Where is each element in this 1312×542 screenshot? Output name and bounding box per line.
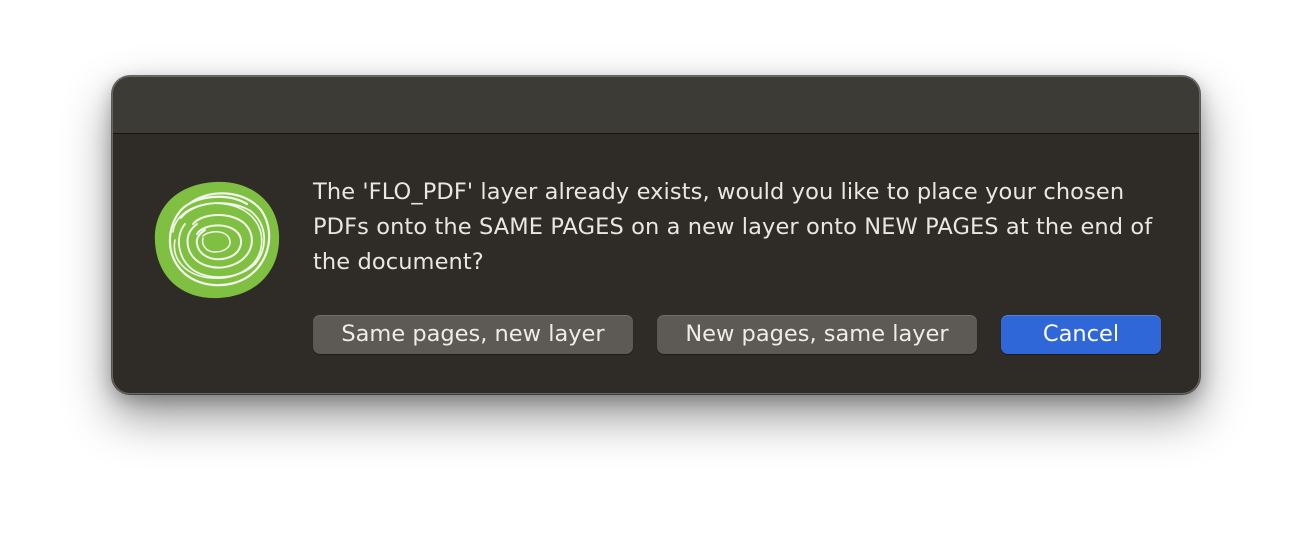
dialog-titlebar[interactable] [113, 77, 1199, 134]
same-pages-new-layer-button[interactable]: Same pages, new layer [313, 315, 633, 354]
green-spiral-app-icon [153, 178, 281, 300]
new-pages-same-layer-button[interactable]: New pages, same layer [657, 315, 977, 354]
alert-dialog: The 'FLO_PDF' layer already exists, woul… [112, 76, 1200, 394]
dialog-message: The 'FLO_PDF' layer already exists, woul… [313, 179, 1153, 275]
cancel-button[interactable]: Cancel [1001, 315, 1161, 354]
